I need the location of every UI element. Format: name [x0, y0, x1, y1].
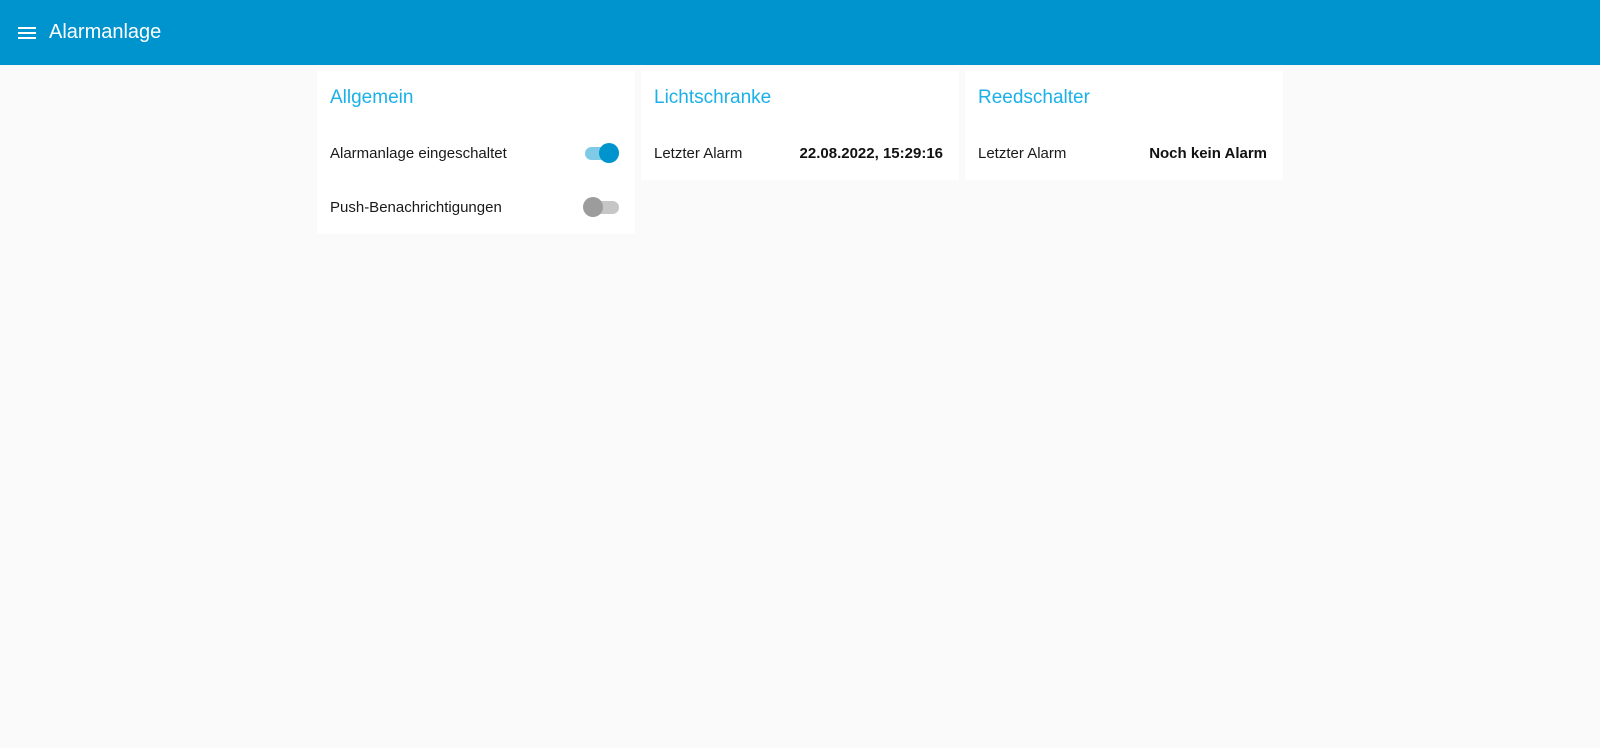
- push-notifications-toggle[interactable]: [583, 197, 619, 217]
- card-reedschalter: Reedschalter Letzter Alarm Noch kein Ala…: [965, 70, 1283, 180]
- card-title-lichtschranke: Lichtschranke: [654, 87, 772, 108]
- menu-icon-line: [18, 26, 36, 29]
- alarm-enabled-label: Alarmanlage eingeschaltet: [330, 144, 507, 162]
- push-notifications-row: Push-Benachrichtigungen: [317, 180, 635, 234]
- last-alarm-value: Noch kein Alarm: [1149, 144, 1267, 162]
- toggle-thumb: [599, 143, 619, 163]
- menu-icon-line: [18, 36, 36, 39]
- toggle-thumb: [583, 197, 603, 217]
- last-alarm-label: Letzter Alarm: [654, 144, 743, 162]
- push-notifications-label: Push-Benachrichtigungen: [330, 198, 502, 216]
- reedschalter-last-alarm-row: Letzter Alarm Noch kein Alarm: [965, 126, 1283, 180]
- cards-container: Allgemein Alarmanlage eingeschaltet Push…: [317, 70, 1283, 234]
- card-allgemein: Allgemein Alarmanlage eingeschaltet Push…: [317, 70, 635, 234]
- menu-icon[interactable]: [18, 23, 38, 43]
- lichtschranke-last-alarm-row: Letzter Alarm 22.08.2022, 15:29:16: [641, 126, 959, 180]
- alarm-enabled-toggle[interactable]: [583, 143, 619, 163]
- menu-icon-line: [18, 31, 36, 34]
- top-app-bar: Alarmanlage: [0, 0, 1600, 65]
- card-title-reedschalter: Reedschalter: [978, 87, 1090, 108]
- last-alarm-label: Letzter Alarm: [978, 144, 1067, 162]
- last-alarm-value: 22.08.2022, 15:29:16: [799, 144, 943, 162]
- alarm-enabled-row: Alarmanlage eingeschaltet: [317, 126, 635, 180]
- card-title-allgemein: Allgemein: [330, 87, 414, 108]
- card-lichtschranke: Lichtschranke Letzter Alarm 22.08.2022, …: [641, 70, 959, 180]
- app-title: Alarmanlage: [49, 21, 162, 43]
